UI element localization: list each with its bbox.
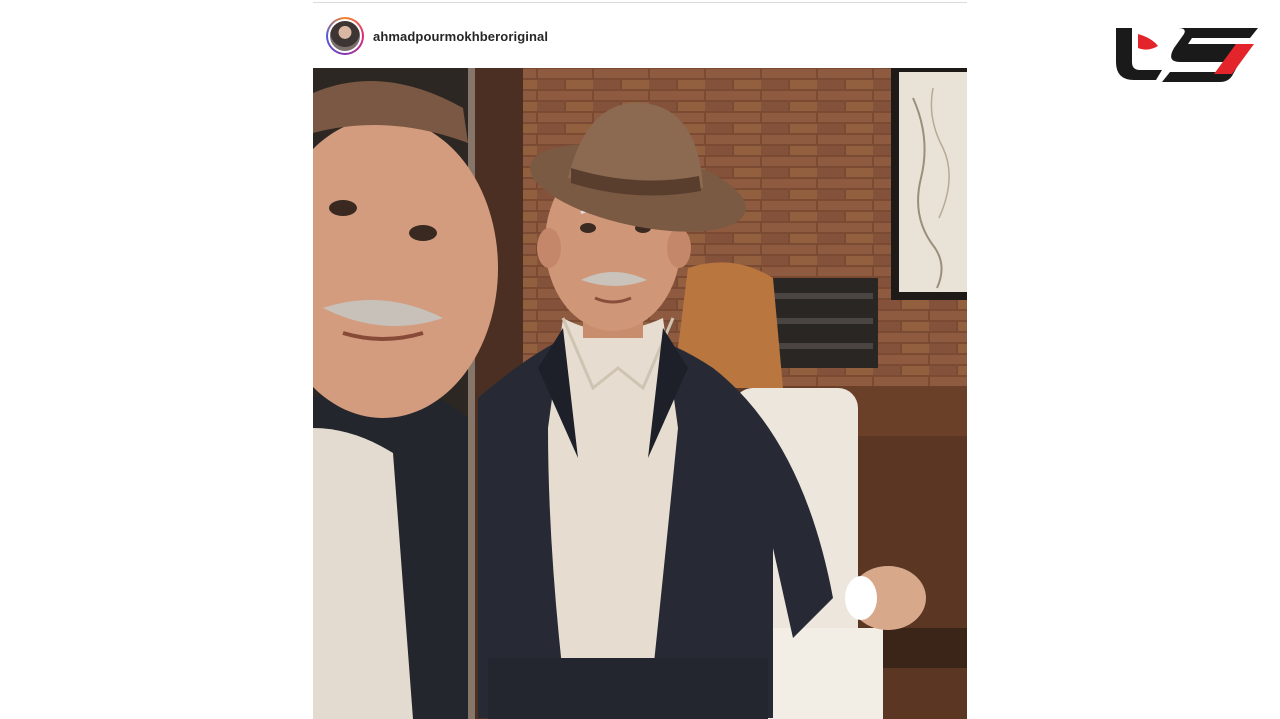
- post-header: ahmadpourmokhberoriginal: [313, 4, 967, 68]
- username-link[interactable]: ahmadpourmokhberoriginal: [373, 29, 548, 44]
- instagram-post: ahmadpourmokhberoriginal: [313, 0, 967, 719]
- avatar-story-ring[interactable]: [326, 17, 364, 55]
- avatar-frame: [328, 19, 362, 53]
- avatar: [330, 21, 360, 51]
- post-photo: [313, 68, 967, 719]
- post-divider: [313, 2, 967, 3]
- site-logo-icon[interactable]: [1108, 24, 1260, 84]
